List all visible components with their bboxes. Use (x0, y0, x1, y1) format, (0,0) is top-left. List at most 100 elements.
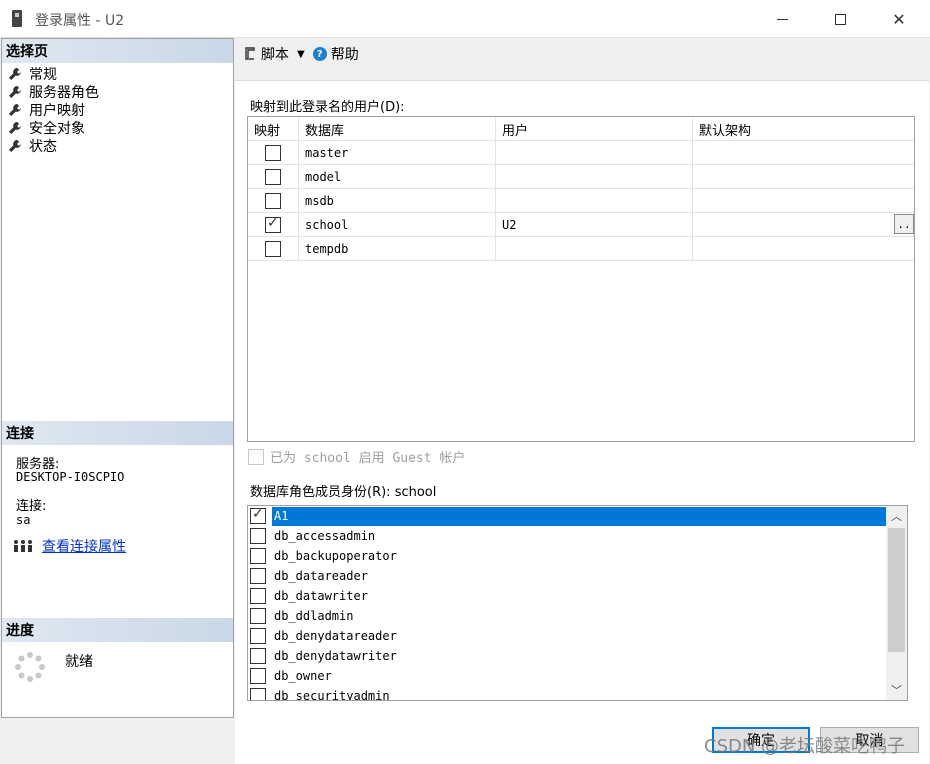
role-checkbox[interactable] (250, 568, 266, 584)
table-row: master (248, 141, 914, 165)
nav-item-server-roles[interactable]: 服务器角色 (8, 83, 99, 101)
nav-item-label: 服务器角色 (29, 85, 99, 101)
column-header-schema[interactable]: 默认架构 (693, 117, 914, 141)
role-checkbox[interactable] (250, 668, 266, 684)
list-item[interactable]: db_securityadmin (248, 686, 886, 701)
role-checkbox[interactable] (250, 528, 266, 544)
maximize-icon (834, 13, 846, 25)
map-checkbox[interactable] (265, 169, 281, 185)
help-icon: ? (312, 47, 327, 61)
nav-item-user-mapping[interactable]: 用户映射 (8, 101, 99, 119)
role-checkbox[interactable] (250, 548, 266, 564)
connection-label: 连接: (16, 499, 47, 514)
user-cell[interactable] (496, 189, 693, 213)
close-button[interactable]: ✕ (869, 0, 929, 38)
toolbar: 脚本 ▼ ? 帮助 (235, 38, 930, 70)
list-item[interactable]: db_accessadmin (248, 526, 886, 546)
progress-status: 就绪 (65, 654, 93, 670)
role-name: db_datawriter (274, 589, 368, 603)
progress-header: 进度 (2, 618, 233, 642)
dropdown-arrow-icon: ▼ (297, 48, 305, 60)
nav-item-label: 常规 (29, 67, 57, 83)
nav-item-securables[interactable]: 安全对象 (8, 119, 99, 137)
guest-option: 已为 school 启用 Guest 帐户 (248, 447, 465, 466)
script-dropdown[interactable]: ▼ (297, 49, 305, 60)
database-cell: tempdb (299, 237, 496, 261)
wrench-icon (9, 86, 21, 98)
role-list-scrollbar[interactable]: ︿ ﹀ (886, 506, 907, 700)
column-header-database[interactable]: 数据库 (299, 117, 496, 141)
close-icon: ✕ (892, 9, 906, 29)
script-label: 脚本 (261, 47, 289, 63)
server-icon (12, 10, 22, 27)
right-pane: 脚本 ▼ ? 帮助 映射到此登录名的用户(D): 映射 数据库 用户 默认架构 … (235, 38, 930, 764)
role-name: db_accessadmin (274, 529, 376, 543)
nav-item-general[interactable]: 常规 (8, 65, 99, 83)
column-header-user[interactable]: 用户 (496, 117, 693, 141)
view-connection-properties[interactable]: 查看连接属性 (12, 536, 126, 556)
wrench-icon (9, 122, 21, 134)
list-item[interactable]: db_datawriter (248, 586, 886, 606)
nav-item-label: 用户映射 (29, 103, 85, 119)
table-row: msdb (248, 189, 914, 213)
role-checkbox[interactable] (250, 608, 266, 624)
guest-label: 已为 school 启用 Guest 帐户 (270, 451, 466, 466)
view-connection-link[interactable]: 查看连接属性 (42, 536, 126, 556)
browse-schema-button[interactable]: .. (894, 214, 914, 234)
role-membership-list: A1 db_accessadmin db_backupoperator db_d… (247, 505, 908, 701)
connection-icon (14, 540, 32, 552)
role-name: db_denydatawriter (274, 649, 397, 663)
schema-cell[interactable] (693, 165, 914, 189)
list-item[interactable]: db_backupoperator (248, 546, 886, 566)
script-icon (245, 47, 255, 60)
list-item[interactable]: A1 (248, 506, 886, 526)
schema-cell[interactable] (693, 141, 914, 165)
column-header-map[interactable]: 映射 (248, 117, 299, 141)
user-cell[interactable]: U2 (496, 213, 693, 237)
user-cell[interactable] (496, 237, 693, 261)
role-name: db_owner (274, 669, 332, 683)
database-cell: master (299, 141, 496, 165)
database-cell: school (299, 213, 496, 237)
minimize-icon (776, 18, 788, 20)
schema-cell[interactable] (693, 189, 914, 213)
select-page-header: 选择页 (2, 39, 233, 63)
schema-cell[interactable] (693, 237, 914, 261)
help-button[interactable]: ? 帮助 (312, 44, 359, 64)
roles-label: 数据库角色成员身份(R): school (250, 485, 437, 500)
role-checkbox[interactable] (250, 506, 266, 524)
user-mapping-content: 映射到此登录名的用户(D): 映射 数据库 用户 默认架构 master mod… (235, 80, 929, 764)
role-checkbox[interactable] (250, 688, 266, 700)
role-checkbox[interactable] (250, 648, 266, 664)
map-checkbox[interactable] (265, 145, 281, 161)
scrollbar-thumb[interactable] (888, 528, 905, 652)
database-cell: model (299, 165, 496, 189)
map-checkbox[interactable] (265, 193, 281, 209)
scroll-up-icon[interactable]: ︿ (886, 506, 907, 526)
role-name: db_backupoperator (274, 549, 397, 563)
maximize-button[interactable] (810, 0, 870, 38)
role-checkbox[interactable] (250, 628, 266, 644)
nav-item-status[interactable]: 状态 (8, 137, 99, 155)
user-cell[interactable] (496, 165, 693, 189)
wrench-icon (9, 104, 21, 116)
schema-cell[interactable]: .. (693, 213, 914, 237)
list-item[interactable]: db_denydatareader (248, 626, 886, 646)
role-name: db_securityadmin (274, 689, 390, 701)
map-checkbox[interactable] (265, 241, 281, 257)
list-item[interactable]: db_ddladmin (248, 606, 886, 626)
user-cell[interactable] (496, 141, 693, 165)
script-button[interactable]: 脚本 (243, 44, 289, 64)
list-item[interactable]: db_datareader (248, 566, 886, 586)
list-item[interactable]: db_owner (248, 666, 886, 686)
page-nav: 常规 服务器角色 用户映射 安全对象 状态 (8, 65, 99, 155)
role-name: A1 (272, 506, 886, 526)
map-checkbox[interactable] (265, 215, 281, 233)
role-checkbox[interactable] (250, 588, 266, 604)
connection-header: 连接 (2, 421, 233, 445)
role-name: db_denydatareader (274, 629, 397, 643)
list-item[interactable]: db_denydatawriter (248, 646, 886, 666)
minimize-button[interactable] (752, 0, 812, 38)
connection-value: sa (16, 513, 31, 527)
scroll-down-icon[interactable]: ﹀ (886, 680, 907, 700)
